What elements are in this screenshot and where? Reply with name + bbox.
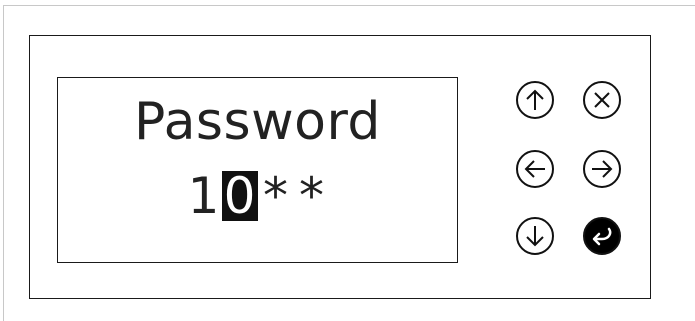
up-button[interactable]: [516, 81, 554, 119]
password-digit-4: *: [299, 167, 324, 225]
arrow-right-icon: [592, 160, 613, 178]
enter-icon: [592, 227, 612, 246]
password-digit-3: *: [263, 167, 288, 225]
password-digit-1: 1: [187, 167, 220, 225]
enter-button[interactable]: [583, 217, 621, 255]
password-digit-2-cursor: 0: [221, 171, 258, 221]
arrow-left-icon: [524, 160, 545, 178]
down-button[interactable]: [516, 217, 554, 255]
arrow-down-icon: [526, 226, 544, 247]
display-title: Password: [134, 92, 381, 152]
lcd-display: Password 10 * *: [57, 77, 458, 263]
cancel-button[interactable]: [583, 81, 621, 119]
arrow-up-icon: [526, 89, 544, 110]
close-icon: [594, 92, 610, 108]
left-button[interactable]: [516, 150, 554, 188]
right-button[interactable]: [583, 150, 621, 188]
password-entry: 10 * *: [58, 168, 457, 224]
